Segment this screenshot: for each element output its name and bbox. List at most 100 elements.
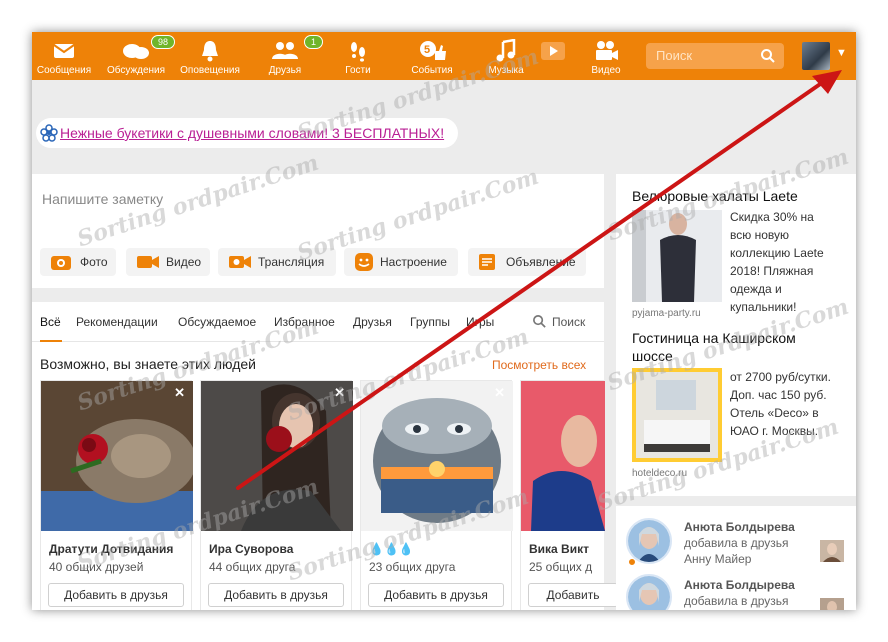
ad-image-robes[interactable] xyxy=(632,210,722,302)
nav-discussions[interactable]: Обсуждения 98 xyxy=(96,32,176,80)
promo-banner[interactable]: Нежные букетики с душевными словами! 3 Б… xyxy=(36,118,458,148)
activity-user-name[interactable]: Анюта Болдырева xyxy=(684,520,795,534)
person-card[interactable]: ✕ Дратути Дотвидания 40 общих друзей Доб… xyxy=(40,380,193,610)
photo-button[interactable]: Фото xyxy=(40,248,116,276)
person-photo-girl-rose[interactable] xyxy=(201,381,353,531)
music-note-icon xyxy=(496,39,516,62)
person-photo-cat-rose[interactable] xyxy=(41,381,193,531)
nav-notifications[interactable]: Оповещения xyxy=(178,32,242,80)
mutual-friends: 44 общих друга xyxy=(209,560,296,574)
add-friend-button[interactable]: Добавить в друзья xyxy=(208,583,344,607)
see-all-link[interactable]: Посмотреть всех xyxy=(492,358,586,372)
activity-friend-name[interactable]: Анну Майер xyxy=(684,552,751,566)
person-photo-eyes-sunset[interactable] xyxy=(361,381,513,531)
ad-image-hotel[interactable] xyxy=(632,368,722,462)
ad-source[interactable]: pyjama-party.ru xyxy=(632,308,701,319)
promo-link[interactable]: Нежные букетики с душевными словами! 3 Б… xyxy=(60,125,444,141)
note-placeholder[interactable]: Напишите заметку xyxy=(42,191,163,207)
friend-thumbnail[interactable] xyxy=(820,540,844,562)
video-button[interactable]: Видео xyxy=(126,248,210,276)
person-card[interactable]: Вика Викт 25 общих д Добавить xyxy=(520,380,618,610)
active-tab-indicator xyxy=(40,340,62,342)
mutual-friends: 23 общих друга xyxy=(369,560,456,574)
app-window: Сообщения Обсуждения 98 Оповещения Друзь… xyxy=(32,32,856,610)
camera-icon xyxy=(51,256,71,270)
profile-menu-caret[interactable]: ▼ xyxy=(836,47,847,59)
activity-text: добавила в друзья xyxy=(684,594,789,608)
friend-thumbnail[interactable] xyxy=(820,598,844,610)
activity-text: добавила в друзья xyxy=(684,536,789,550)
broadcast-button[interactable]: Трансляция xyxy=(218,248,336,276)
top-search-input[interactable] xyxy=(656,48,756,63)
people-section-title: Возможно, вы знаете этих людей xyxy=(40,356,256,372)
person-card[interactable]: ✕ Ира Суворова 44 общих друга Добавить в… xyxy=(200,380,353,610)
announcement-icon xyxy=(479,254,495,270)
nav-guests[interactable]: Гости xyxy=(336,32,380,80)
top-search-box[interactable] xyxy=(646,43,784,69)
ad-source[interactable]: hoteldeco.ru xyxy=(632,468,687,479)
mutual-friends: 40 общих друзей xyxy=(49,560,144,574)
video-icon xyxy=(137,256,159,268)
mood-button[interactable]: Настроение xyxy=(344,248,458,276)
add-friend-button[interactable]: Добавить xyxy=(528,583,618,607)
ad-text: от 2700 руб/сутки. Доп. час 150 руб. Оте… xyxy=(730,368,831,440)
tab-discussed[interactable]: Обсуждаемое xyxy=(178,315,256,329)
dismiss-icon[interactable]: ✕ xyxy=(174,385,185,401)
ad-text-line: купальники! xyxy=(730,300,797,314)
broadcast-label: Трансляция xyxy=(258,255,325,269)
ad-title-line[interactable]: Гостиница на Каширском xyxy=(632,330,796,346)
person-name[interactable]: 💧💧💧 xyxy=(369,542,414,556)
feed-search-label: Поиск xyxy=(552,315,586,329)
tab-recommendations[interactable]: Рекомендации xyxy=(76,315,158,329)
ad-text-line: коллекцию Laete xyxy=(730,246,824,260)
like-5-icon: 5 xyxy=(420,41,446,60)
activity-user-name[interactable]: Анюта Болдырева xyxy=(684,578,795,592)
chat-bubbles-icon xyxy=(123,44,149,59)
note-composer: Напишите заметку Фото Видео Трансляция Н… xyxy=(32,174,604,288)
ad-title[interactable]: Велюровые халаты Laete xyxy=(632,188,798,204)
ad-text-line: одежда и xyxy=(730,282,782,296)
add-friend-button[interactable]: Добавить в друзья xyxy=(368,583,504,607)
ad-text-line: всю новую xyxy=(730,228,789,242)
nav-video[interactable]: Видео xyxy=(586,32,626,80)
dismiss-icon[interactable]: ✕ xyxy=(494,385,505,401)
video-camera-icon xyxy=(596,41,618,60)
dismiss-icon[interactable]: ✕ xyxy=(334,385,345,401)
person-name[interactable]: Дратути Дотвидания xyxy=(49,542,173,556)
person-name[interactable]: Вика Викт xyxy=(529,542,589,556)
avatar[interactable] xyxy=(626,518,672,564)
flower-icon xyxy=(40,124,58,142)
avatar[interactable] xyxy=(626,574,672,610)
tab-friends[interactable]: Друзья xyxy=(353,315,392,329)
mood-label: Настроение xyxy=(380,255,447,269)
nav-music[interactable]: Музыка xyxy=(484,32,528,80)
tab-favorites[interactable]: Избранное xyxy=(274,315,335,329)
nav-messages[interactable]: Сообщения xyxy=(34,32,94,80)
add-friend-button[interactable]: Добавить в друзья xyxy=(48,583,184,607)
envelope-icon xyxy=(53,44,75,58)
bell-icon xyxy=(202,41,218,62)
friends-icon xyxy=(272,42,298,59)
user-avatar[interactable] xyxy=(802,42,830,70)
announcement-button[interactable]: Объявление xyxy=(468,248,586,276)
nav-music-label: Музыка xyxy=(488,65,524,76)
friends-count-badge: 1 xyxy=(304,35,324,49)
tab-groups[interactable]: Группы xyxy=(410,315,450,329)
person-card[interactable]: ✕ 💧💧💧 23 общих друга Добавить в друзья xyxy=(360,380,513,610)
ad-text-line: от 2700 руб/сутки. xyxy=(730,370,831,384)
nav-friends[interactable]: Друзья 1 xyxy=(260,32,324,80)
footprints-icon xyxy=(351,42,365,62)
tab-games[interactable]: Игры xyxy=(466,315,494,329)
nav-play-button[interactable] xyxy=(538,32,568,80)
person-name[interactable]: Ира Суворова xyxy=(209,542,293,556)
person-photo-woman-blue[interactable] xyxy=(521,381,605,531)
ad-title-line[interactable]: шоссе xyxy=(632,348,673,364)
nav-events-label: События xyxy=(411,65,453,76)
announcement-label: Объявление xyxy=(506,255,576,269)
tab-all[interactable]: Всё xyxy=(40,315,61,329)
discussions-count-badge: 98 xyxy=(151,35,176,49)
ad-text-line: Отель «Deco» в xyxy=(730,406,819,420)
search-icon[interactable] xyxy=(760,48,776,64)
nav-events[interactable]: 5 События xyxy=(404,32,460,80)
feed-search-button[interactable]: Поиск xyxy=(532,314,585,332)
